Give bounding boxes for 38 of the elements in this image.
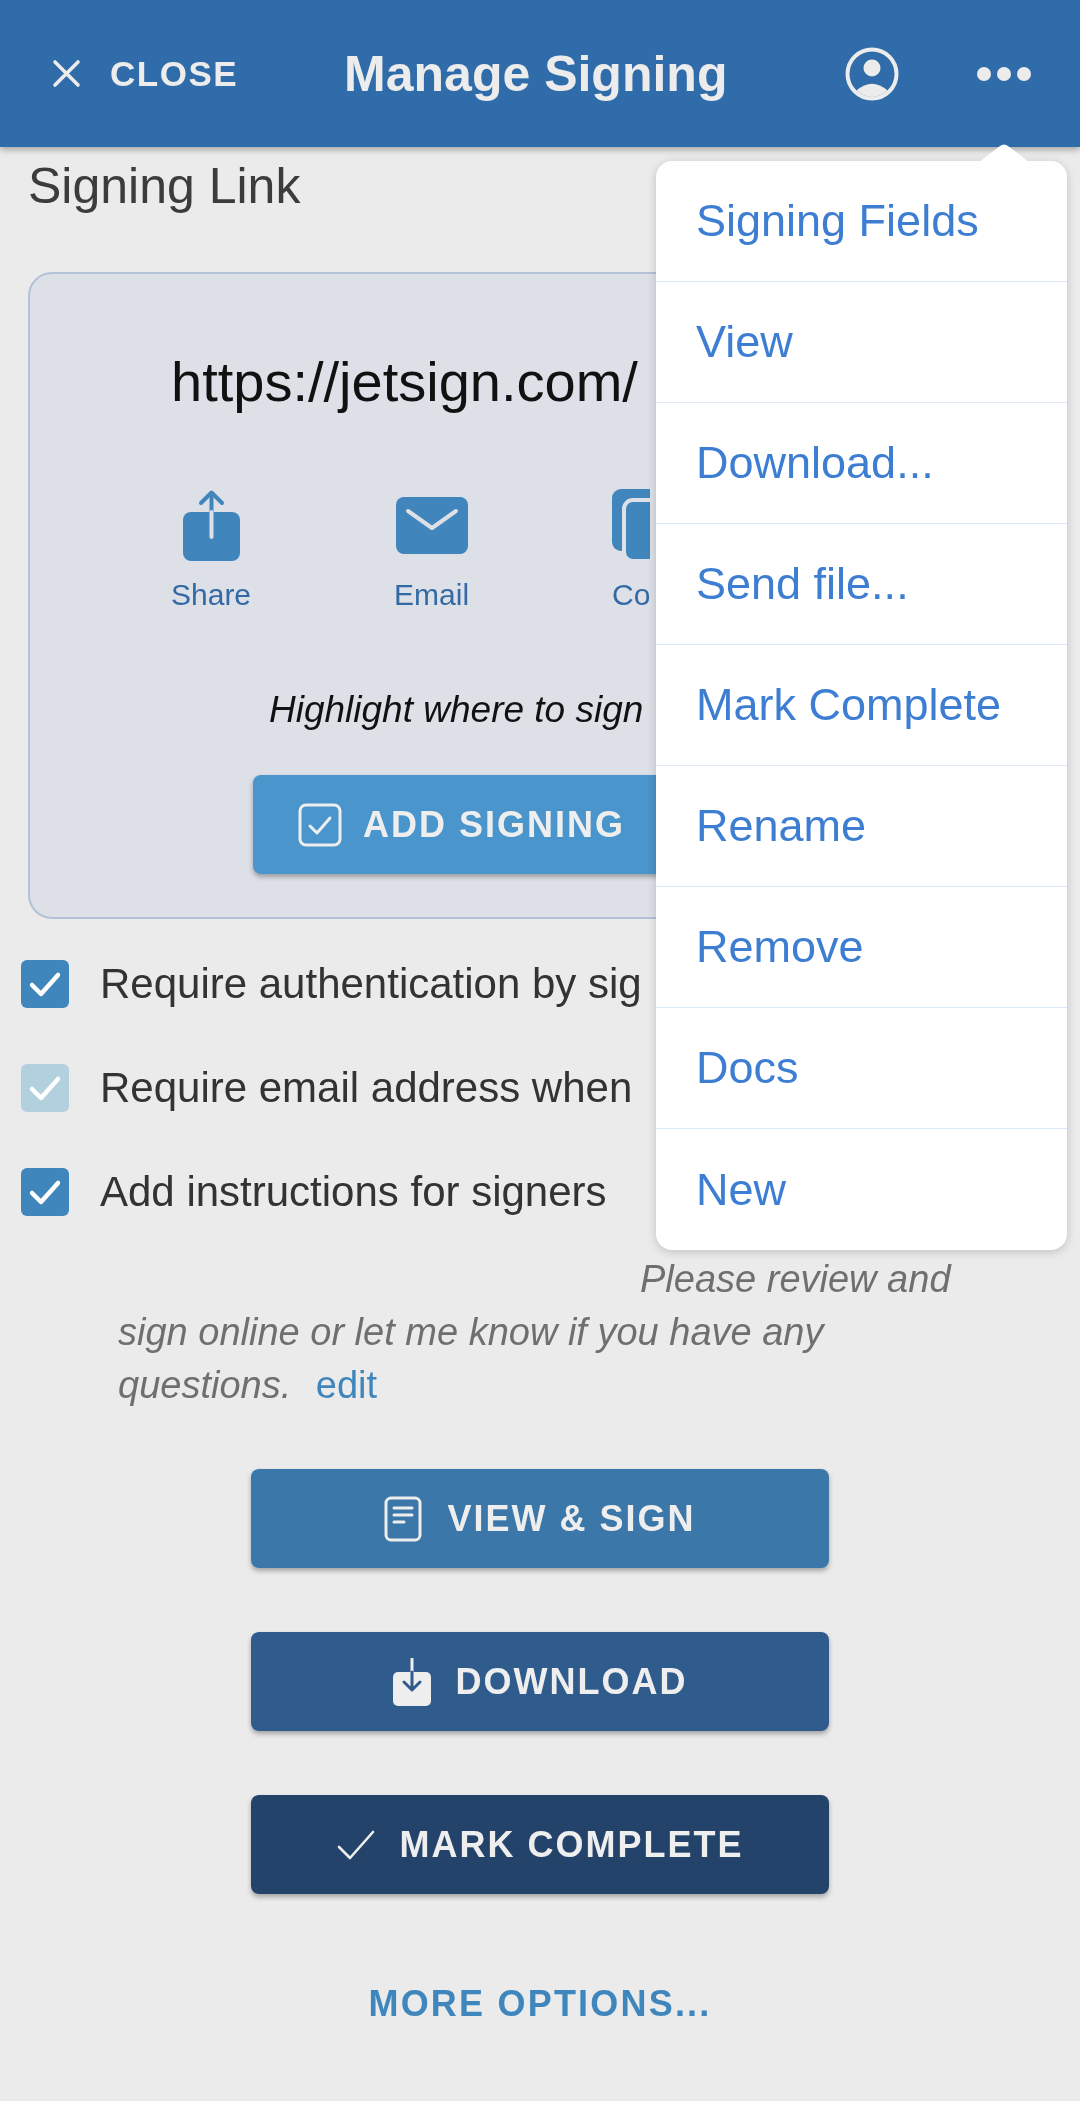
checkbox[interactable] <box>21 960 69 1008</box>
option-label: Require email address when <box>100 1064 633 1112</box>
account-icon[interactable] <box>845 46 899 101</box>
action-label[interactable]: Co <box>612 577 651 613</box>
menu-item[interactable]: Signing Fields <box>656 161 1067 282</box>
action-button[interactable]: VIEW & SIGN <box>251 1469 829 1568</box>
menu-item[interactable]: Docs <box>656 1008 1067 1129</box>
action-button[interactable]: MARK COMPLETE <box>251 1795 829 1894</box>
menu-item[interactable]: New <box>656 1129 1067 1250</box>
menu-item[interactable]: Download... <box>656 403 1067 524</box>
section-title: Signing Link <box>28 157 301 216</box>
download-icon <box>392 1657 431 1706</box>
action-label[interactable]: Share <box>171 577 252 613</box>
hint-text: Highlight where to sign <box>269 688 644 732</box>
instructions-text: Please review and sign online or let me know if you have any questions. edit <box>118 1257 953 1408</box>
share-icon <box>182 489 240 561</box>
action-label[interactable]: Email <box>394 577 470 613</box>
close-icon <box>52 59 81 88</box>
menu-item[interactable]: Mark Complete <box>656 645 1067 766</box>
menu-item[interactable]: Remove <box>656 887 1067 1008</box>
menu-item[interactable]: Send file... <box>656 524 1067 645</box>
action-button[interactable]: DOWNLOAD <box>251 1632 829 1731</box>
checkbox[interactable] <box>21 1168 69 1216</box>
edit-link[interactable]: edit <box>315 1364 378 1406</box>
envelope-icon <box>395 496 468 554</box>
more-icon[interactable] <box>977 65 1031 82</box>
option-label: Add instructions for signers <box>100 1168 607 1216</box>
signing-url: https://jetsign.com/ <box>171 349 638 415</box>
checked-box-icon <box>298 802 342 847</box>
option-label: Require authentication by sig <box>100 960 642 1008</box>
checkmark-icon <box>336 1829 375 1860</box>
menu-item[interactable]: View <box>656 282 1067 403</box>
copy-icon <box>612 489 651 561</box>
screen-title: Manage Signing <box>344 44 728 104</box>
menu-item[interactable]: Rename <box>656 766 1067 887</box>
more-options-button[interactable]: MORE OPTIONS... <box>368 1982 712 2025</box>
document-icon <box>384 1495 423 1542</box>
close-button[interactable]: CLOSE <box>52 52 239 95</box>
